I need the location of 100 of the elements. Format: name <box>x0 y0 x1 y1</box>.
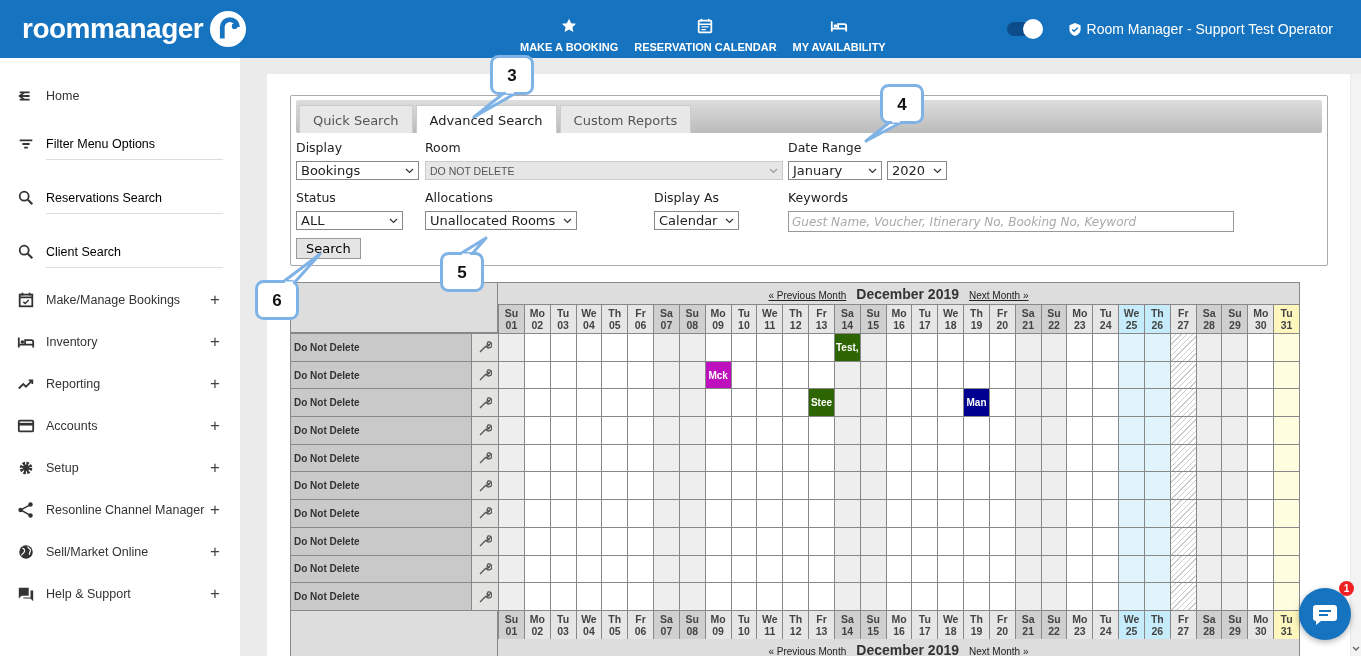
field-label: Room <box>425 139 462 155</box>
day-header: Fr 13 <box>808 609 834 639</box>
room-name: Do Not Delete <box>291 526 471 555</box>
day-header: Su 01 <box>498 609 524 639</box>
day-header: Sa 07 <box>653 304 679 333</box>
expand-icon[interactable]: + <box>210 332 232 352</box>
next-month-link[interactable]: Next Month » <box>969 290 1029 301</box>
day-header: Su 22 <box>1040 304 1067 333</box>
next-month-link[interactable]: Next Month » <box>969 645 1029 656</box>
day-header: We 11 <box>756 609 783 639</box>
day-header: Tu 17 <box>911 304 938 333</box>
month-title: December 2019 <box>856 641 960 656</box>
user-name[interactable]: Room Manager - Support Test Operator <box>1086 21 1333 37</box>
expand-icon[interactable]: + <box>210 416 232 436</box>
expand-icon[interactable]: + <box>210 500 232 520</box>
room-name: Do Not Delete <box>291 333 471 361</box>
status-select[interactable]: ALL <box>296 211 403 230</box>
day-header: We 11 <box>756 304 783 333</box>
sidebar-item[interactable]: Reservations Search <box>0 171 240 225</box>
day-header: We 04 <box>575 304 602 333</box>
day-header: Tu 03 <box>549 304 576 333</box>
day-header: Th 19 <box>963 304 989 333</box>
day-header: Sa 14 <box>833 304 860 333</box>
search-button[interactable]: Search <box>296 238 361 259</box>
room-name: Do Not Delete <box>291 582 471 610</box>
callout-number: 4 <box>897 95 907 113</box>
callout-number: 6 <box>272 291 282 309</box>
booking-block[interactable]: Test, <box>833 333 860 361</box>
field-label: Status <box>296 189 337 205</box>
day-header: Mo 30 <box>1247 609 1274 639</box>
expand-icon[interactable]: + <box>210 374 232 394</box>
sidebar-item[interactable]: Resonline Channel Manager + <box>0 489 240 531</box>
tab[interactable]: Quick Search <box>299 105 413 133</box>
year-select[interactable]: 2020 <box>887 161 948 180</box>
display-select[interactable]: Bookings <box>296 161 419 180</box>
day-header: Th 12 <box>782 609 809 639</box>
sidebar-item[interactable]: Accounts + <box>0 405 240 447</box>
day-header: Mo 30 <box>1247 304 1274 333</box>
room-name: Do Not Delete <box>291 471 471 500</box>
day-header: Th 19 <box>963 609 989 639</box>
previous-month-link[interactable]: « Previous Month <box>768 645 847 656</box>
tab[interactable]: Custom Reports <box>559 105 692 133</box>
day-header: We 25 <box>1118 304 1144 333</box>
day-header: Sa 07 <box>653 609 679 639</box>
day-header: Fr 06 <box>627 304 654 333</box>
field-label: Display As <box>654 189 721 205</box>
previous-month-link[interactable]: « Previous Month <box>768 290 847 301</box>
expand-icon[interactable]: + <box>210 584 232 604</box>
sidebar-item[interactable]: Home <box>0 75 240 117</box>
sidebar-item[interactable]: Filter Menu Options <box>0 117 240 171</box>
day-header: Th 26 <box>1143 304 1170 333</box>
field-label: Display <box>296 139 344 155</box>
expand-icon[interactable]: + <box>210 458 232 478</box>
day-header: Mo 23 <box>1066 304 1093 333</box>
day-header: Su 29 <box>1221 304 1248 333</box>
sidebar-item[interactable]: Sell/Market Online + <box>0 531 240 573</box>
day-header: Su 29 <box>1221 609 1248 639</box>
callout-number: 3 <box>507 66 517 84</box>
nav-link[interactable]: MAKE A BOOKING <box>512 17 627 53</box>
booking-block[interactable]: Stee <box>808 388 834 417</box>
sidebar-item[interactable]: Setup + <box>0 447 240 489</box>
callout-number: 5 <box>457 263 467 281</box>
field-label: Allocations <box>425 189 495 205</box>
day-header: Fr 13 <box>808 304 834 333</box>
day-header: Tu 24 <box>1092 304 1119 333</box>
day-header: Th 05 <box>601 304 628 333</box>
day-header: Fr 27 <box>1169 304 1196 333</box>
day-header: Tu 31 <box>1273 304 1299 333</box>
sidebar-item[interactable]: Client Search <box>0 225 240 279</box>
sidebar-item[interactable]: Help & Support + <box>0 573 240 615</box>
month-title: December 2019 <box>856 286 960 302</box>
keywords-field[interactable]: Guest Name, Voucher, Itinerary No, Booking No, Keyword <box>788 211 1234 232</box>
room-name: Do Not Delete <box>291 554 471 583</box>
day-header: Mo 02 <box>523 304 550 333</box>
sidebar-item[interactable]: Reporting + <box>0 363 240 405</box>
expand-icon[interactable]: + <box>210 290 232 310</box>
day-header: Sa 21 <box>1014 304 1041 333</box>
allocations-select[interactable]: Unallocated Rooms <box>425 211 578 230</box>
display-as-select[interactable]: Calendar <box>654 211 740 230</box>
day-header: Su 01 <box>498 304 524 333</box>
room-name: Do Not Delete <box>291 499 471 527</box>
nav-link[interactable]: RESERVATION CALENDAR <box>626 17 785 53</box>
day-header: Th 12 <box>782 304 809 333</box>
room-name: Do Not Delete <box>291 416 471 444</box>
logo-text: roommanager <box>22 13 204 45</box>
room-name: Do Not Delete <box>291 360 471 389</box>
day-header: Mo 09 <box>704 304 731 333</box>
room-name: Do Not Delete <box>291 388 471 417</box>
expand-icon[interactable]: + <box>210 542 232 562</box>
day-header: Tu 24 <box>1092 609 1119 639</box>
day-header: Tu 10 <box>730 304 757 333</box>
day-header: Fr 06 <box>627 609 654 639</box>
field-label: Date Range <box>788 139 863 155</box>
booking-block[interactable]: Man <box>963 388 989 417</box>
nav-link[interactable]: MY AVAILABILITY <box>784 17 894 53</box>
day-header: Sa 28 <box>1195 304 1222 333</box>
sidebar-item[interactable]: Make/Manage Bookings + <box>0 279 240 321</box>
month-select[interactable]: January <box>788 161 882 180</box>
day-header: Su 08 <box>678 304 705 333</box>
sidebar-item[interactable]: Inventory + <box>0 321 240 363</box>
